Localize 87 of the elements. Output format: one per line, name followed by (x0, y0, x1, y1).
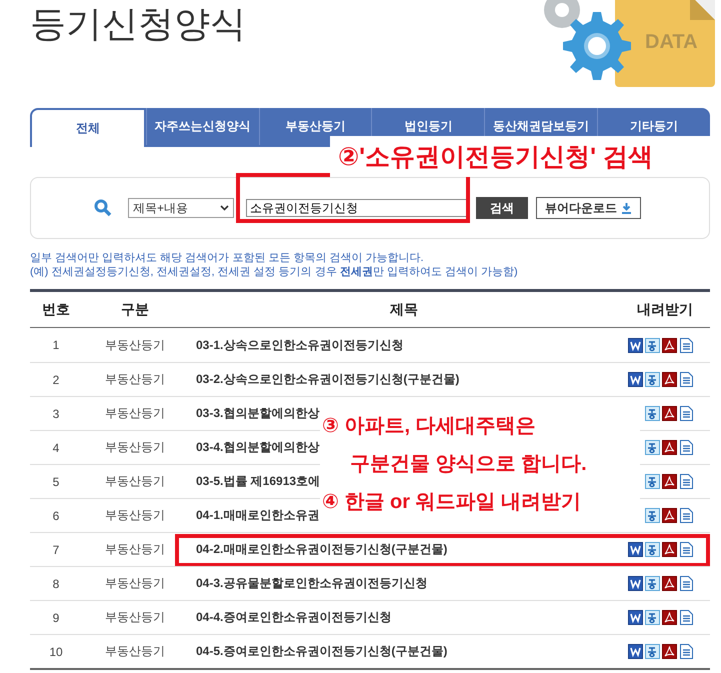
category-cell-text: 부동산등기 (104, 439, 166, 456)
row-number: 8 (52, 576, 60, 590)
form-title-link[interactable]: 04-5.증여로인한소유권이전등기신청(구분건물) (196, 644, 448, 658)
form-title-link[interactable]: 03-4.협의분할에의한상 (196, 440, 320, 454)
word-file-icon[interactable] (628, 372, 643, 387)
category-cell-text: 부동산등기 (104, 541, 166, 558)
document-file-icon[interactable] (679, 372, 694, 387)
dropdown-caret-icon (220, 205, 229, 211)
viewer-download-button[interactable]: 뷰어다운로드 (536, 197, 641, 219)
category-cell-text: 부동산등기 (104, 609, 166, 626)
pdf-file-icon[interactable] (662, 644, 677, 659)
form-title-link[interactable]: 04-1.매매로인한소유권 (196, 508, 320, 522)
page-title: 등기신청양식 (30, 2, 246, 46)
category-cell-text: 부동산등기 (104, 405, 166, 422)
search-field[interactable]: 소유권이전등기신청 (246, 199, 468, 218)
pdf-file-icon[interactable] (662, 474, 677, 489)
form-title-link[interactable]: 04-4.증여로인한소유권이전등기신청 (196, 610, 392, 624)
row-number: 2 (52, 372, 60, 386)
document-file-icon[interactable] (679, 644, 694, 659)
hwp-file-icon[interactable] (645, 474, 660, 489)
hwp-file-icon[interactable] (645, 338, 660, 352)
form-title-link[interactable]: 03-1.상속으로인한소유권이전등기신청 (196, 338, 404, 352)
category-cell-text: 부동산등기 (104, 507, 166, 524)
row-number: 3 (52, 406, 60, 420)
form-title-link[interactable]: 03-3.협의분할에의한상 (196, 406, 320, 420)
form-title-link[interactable]: 04-3.공유물분할로인한소유권이전등기신청 (196, 576, 428, 590)
row-number: 10 (48, 644, 64, 658)
search-hint: 일부 검색어만 입력하셔도 해당 검색어가 포함된 모든 항목의 검색이 가능합니다. (30, 251, 425, 265)
pdf-file-icon[interactable] (662, 338, 677, 352)
annotation-text: ④ 한글 or 워드파일 내려받기 (322, 490, 582, 514)
search-button[interactable]: 검색 (476, 197, 528, 219)
column-header: 번호 (41, 300, 71, 318)
column-header: 내려받기 (636, 300, 694, 318)
data-folder-logo: DATA (490, 0, 715, 90)
document-file-icon[interactable] (679, 338, 694, 352)
pdf-file-icon[interactable] (662, 610, 677, 625)
category-cell-text: 부동산등기 (104, 336, 166, 354)
document-file-icon[interactable] (679, 542, 694, 557)
row-number: 1 (52, 338, 60, 352)
category-cell-text: 부동산등기 (104, 643, 166, 660)
column-header: 제목 (388, 300, 419, 318)
document-file-icon[interactable] (679, 576, 694, 591)
document-file-icon[interactable] (679, 474, 694, 489)
category-cell-text: 부동산등기 (104, 371, 166, 388)
search-icon (94, 199, 112, 217)
annotation-text: ③ 아파트, 다세대주택은 (322, 414, 537, 438)
row-number: 7 (52, 542, 60, 556)
hwp-file-icon[interactable] (645, 542, 660, 557)
hwp-file-icon[interactable] (645, 610, 660, 625)
category-tab[interactable]: 전체 (30, 108, 146, 147)
hwp-file-icon[interactable] (645, 440, 660, 455)
hwp-file-icon[interactable] (645, 644, 660, 659)
word-file-icon[interactable] (628, 542, 643, 557)
pdf-file-icon[interactable] (662, 542, 677, 557)
form-title-link[interactable]: 03-2.상속으로인한소유권이전등기신청(구분건물) (196, 372, 460, 386)
download-icon (621, 202, 632, 214)
form-title-link[interactable]: 03-5.법률 제16913호에 (196, 474, 320, 488)
form-title-link[interactable]: 04-2.매매로인한소유권이전등기신청(구분건물) (196, 542, 448, 556)
pdf-file-icon[interactable] (662, 406, 677, 421)
document-file-icon[interactable] (679, 406, 694, 421)
category-tab[interactable]: 자주쓰는신청양식 (146, 108, 259, 145)
column-header: 구분 (120, 300, 150, 318)
search-scope-select[interactable]: 제목+내용 (128, 198, 234, 218)
word-file-icon[interactable] (628, 610, 643, 625)
word-file-icon[interactable] (628, 338, 643, 352)
search-hint: (예) 전세권설정등기신청, 전세권설정, 전세권 설정 등기의 경우 전세권만 입력하여도 검색이 가능함) (30, 265, 519, 279)
category-cell-text: 부동산등기 (104, 473, 166, 490)
hwp-file-icon[interactable] (645, 372, 660, 387)
hwp-file-icon[interactable] (645, 576, 660, 591)
word-file-icon[interactable] (628, 576, 643, 591)
row-number: 9 (52, 610, 60, 624)
document-file-icon[interactable] (679, 508, 694, 523)
document-file-icon[interactable] (679, 440, 694, 455)
hwp-file-icon[interactable] (645, 508, 660, 523)
word-file-icon[interactable] (628, 644, 643, 659)
row-number: 6 (52, 508, 60, 522)
pdf-file-icon[interactable] (662, 508, 677, 523)
pdf-file-icon[interactable] (662, 576, 677, 591)
document-file-icon[interactable] (679, 610, 694, 625)
row-number: 4 (52, 440, 60, 454)
pdf-file-icon[interactable] (662, 440, 677, 455)
category-cell-text: 부동산등기 (104, 575, 166, 592)
annotation-text: 구분건물 양식으로 합니다. (349, 452, 588, 476)
category-tab[interactable]: 부동산등기 (258, 108, 372, 145)
hwp-file-icon[interactable] (645, 406, 660, 421)
pdf-file-icon[interactable] (662, 372, 677, 387)
row-number: 5 (52, 474, 60, 488)
